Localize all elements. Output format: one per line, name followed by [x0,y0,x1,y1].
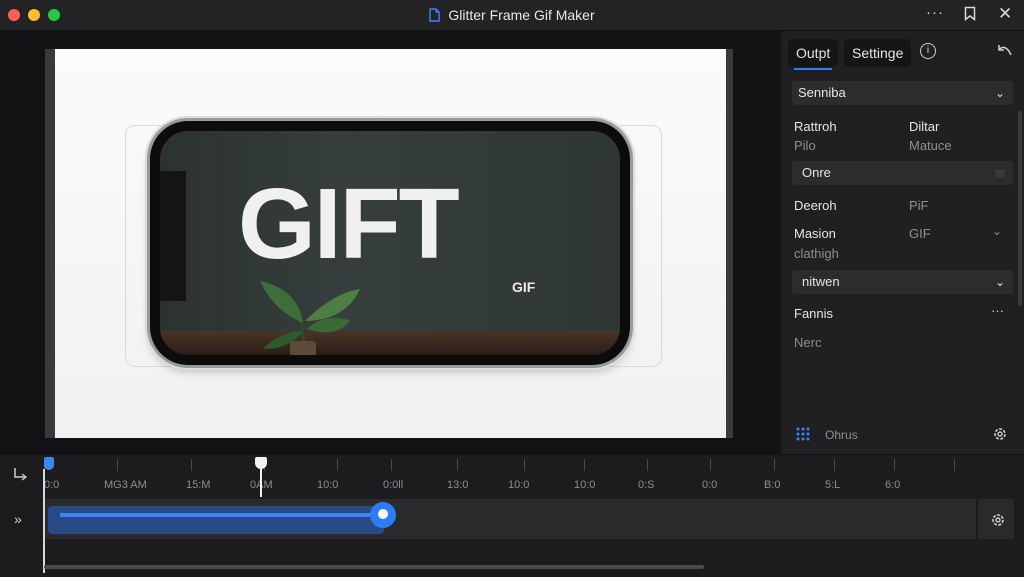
field-handle-icon [995,169,1005,177]
diltar-value: Matuce [909,138,952,153]
network-select-value: nitwen [802,274,840,289]
start-line [43,469,45,573]
tick [191,459,192,471]
gif-preview[interactable]: GIFT GIF [45,49,733,438]
canvas-area: GIFT GIF [0,31,780,454]
tab-output[interactable]: Outpt [788,39,839,70]
timeline: 0:0 MG3 AM 15:M 0AM 10:0 0:0ll 13:0 10:0… [0,454,1024,577]
undo-icon[interactable] [989,39,1021,67]
tab-settings[interactable]: Settinge [844,39,912,67]
tick-label: MG3 AM [104,479,147,491]
tick [710,459,711,471]
tick [117,459,118,471]
tick-label: 10:0 [574,479,596,491]
chevron-down-icon: ⌄ [994,86,1005,100]
desk-shape [160,331,620,355]
fannis-label: Fannis [794,306,834,321]
tick [457,459,458,471]
gif-clip[interactable] [48,506,384,534]
time-ruler[interactable]: 0:0 MG3 AM 15:M 0AM 10:0 0:0ll 13:0 10:0… [44,457,1004,497]
trim-tool-icon[interactable] [12,467,28,484]
tick-label: 10:0 [317,479,339,491]
more-icon[interactable]: ··· [991,303,1004,318]
handle-dot [378,509,388,519]
document-icon [429,8,441,25]
option-field-value: Onre [802,165,831,180]
tick [584,459,585,471]
tick-label: 0:0 [702,479,718,491]
gear-icon[interactable] [990,512,1006,533]
tick-label: 6:0 [885,479,901,491]
active-tab-indicator [794,68,833,70]
tick-label: 10:0 [508,479,530,491]
tick-label: 5:L [825,479,841,491]
preset-select[interactable]: Senniba ⌄ [792,81,1013,105]
phone-frame[interactable]: GIFT GIF [150,121,630,365]
tick-label: B:0 [764,479,781,491]
masion-value[interactable]: GIF [909,226,931,241]
start-marker[interactable] [44,457,54,470]
tick-label: 0:0 [44,479,60,491]
tick [391,459,392,471]
phone-screen: GIFT GIF [160,131,620,355]
tab-settings-label: Settinge [852,45,904,61]
tick [894,459,895,471]
tick-label: 15:M [186,479,211,491]
tick [337,459,338,471]
deeroh-label: Deeroh [794,198,837,213]
bookmark-icon[interactable] [964,6,976,24]
preset-select-value: Senniba [798,85,846,100]
expand-icon[interactable]: » [14,511,22,527]
shelf-shape [160,171,186,301]
chevron-down-icon: ⌄ [994,275,1005,289]
tick [774,459,775,471]
playhead-marker[interactable] [255,457,267,469]
tick [647,459,648,471]
title-bar: Glitter Frame Gif Maker ··· ✕ [0,0,1024,31]
timeline-scrollbar[interactable] [44,565,704,569]
option-field[interactable]: Onre [792,161,1013,185]
masion-label: Masion [794,226,836,241]
network-select[interactable]: nitwen ⌄ [792,270,1013,294]
output-panel: Outpt Settinge i Senniba ⌄ Rattroh Pilo … [781,31,1024,454]
playhead-line [260,469,262,497]
tick [954,459,955,471]
plant-icon [260,281,360,355]
gear-icon[interactable] [992,426,1008,447]
preview-badge: GIF [512,279,536,295]
rattroh-label: Rattroh [794,119,837,134]
close-icon[interactable]: ✕ [998,4,1012,23]
clip-progress-line [60,513,382,517]
tick-label: 0:S [638,479,655,491]
tick [834,459,835,471]
more-icon[interactable]: ··· [926,4,944,22]
grid-icon[interactable] [796,427,810,446]
tick [524,459,525,471]
deeroh-value: PiF [909,198,929,213]
window-title-text: Glitter Frame Gif Maker [448,7,595,23]
diltar-label: Diltar [909,119,940,134]
chevron-down-icon[interactable]: ⌄ [992,224,1002,238]
clip-trim-handle[interactable] [370,502,396,528]
info-icon[interactable]: i [920,43,936,59]
masion-sub: clathigh [794,246,839,261]
window-title: Glitter Frame Gif Maker [0,7,1024,25]
footer-label: Ohrus [825,428,858,442]
tab-output-label: Outpt [796,45,831,61]
fannis-sub: Nerc [794,335,822,350]
tick-label: 0:0ll [383,479,404,491]
panel-scrollbar[interactable] [1018,111,1022,306]
tick-label: 13:0 [447,479,469,491]
rattroh-value: Pilo [794,138,816,153]
